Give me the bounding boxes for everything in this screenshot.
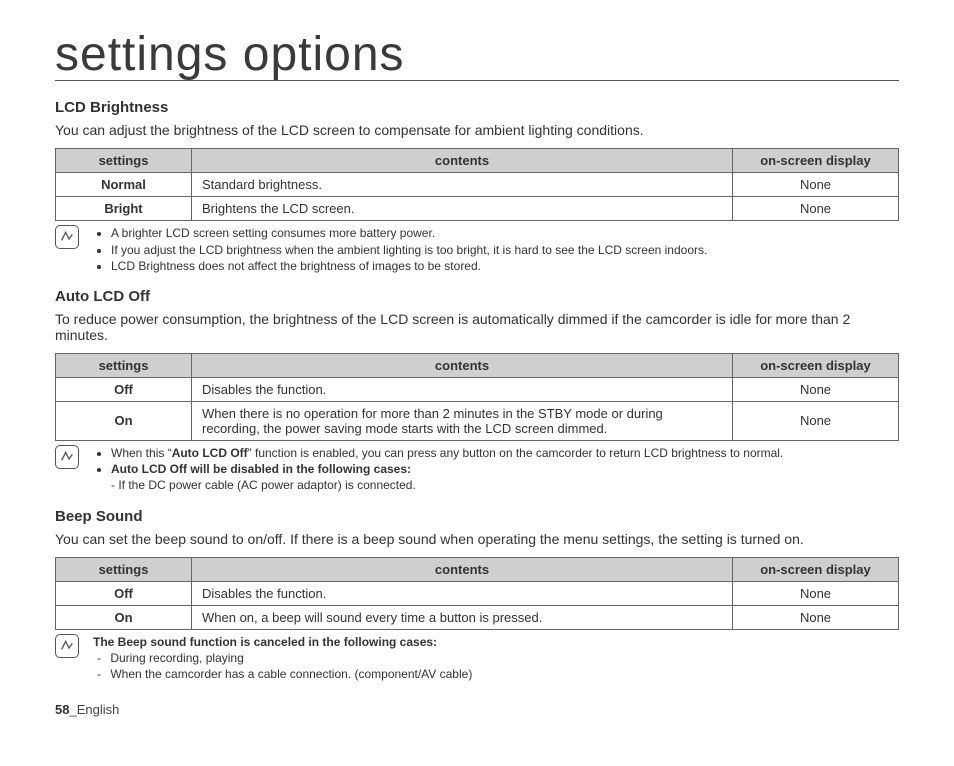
footer-lang: _English — [69, 702, 119, 717]
section-heading-lcd-brightness: LCD Brightness — [55, 99, 899, 116]
cell-contents: When on, a beep will sound every time a … — [192, 605, 733, 629]
table-row: On When there is no operation for more t… — [56, 401, 899, 440]
table-row: Off Disables the function. None — [56, 377, 899, 401]
cell-display: None — [733, 197, 899, 221]
note-heading: The Beep sound function is canceled in t… — [93, 635, 437, 649]
settings-table-beep-sound: settings contents on-screen display Off … — [55, 557, 899, 630]
section-desc: You can set the beep sound to on/off. If… — [55, 531, 899, 547]
col-display: on-screen display — [733, 353, 899, 377]
cell-display: None — [733, 605, 899, 629]
note-block: When this “Auto LCD Off” function is ena… — [55, 445, 899, 494]
table-row: Bright Brightens the LCD screen. None — [56, 197, 899, 221]
cell-setting: Normal — [56, 173, 192, 197]
note-icon — [55, 634, 79, 658]
col-settings: settings — [56, 353, 192, 377]
page-footer: 58_English — [55, 702, 899, 717]
col-settings: settings — [56, 557, 192, 581]
table-row: On When on, a beep will sound every time… — [56, 605, 899, 629]
note-item: LCD Brightness does not affect the brigh… — [111, 258, 899, 274]
col-settings: settings — [56, 149, 192, 173]
settings-table-lcd-brightness: settings contents on-screen display Norm… — [55, 148, 899, 221]
cell-setting: Off — [56, 377, 192, 401]
cell-setting: On — [56, 605, 192, 629]
note-item: If you adjust the LCD brightness when th… — [111, 242, 899, 258]
note-item: Auto LCD Off will be disabled in the fol… — [111, 461, 899, 493]
note-icon — [55, 445, 79, 469]
cell-contents: Brightens the LCD screen. — [192, 197, 733, 221]
page-title: settings options — [55, 30, 899, 81]
note-text: - If the DC power cable (AC power adapto… — [111, 478, 416, 492]
page-number: 58 — [55, 702, 69, 717]
col-contents: contents — [192, 149, 733, 173]
note-text-bold: Auto LCD Off will be disabled in the fol… — [111, 462, 411, 476]
note-item: A brighter LCD screen setting consumes m… — [111, 225, 899, 241]
note-block: The Beep sound function is canceled in t… — [55, 634, 899, 683]
cell-setting: On — [56, 401, 192, 440]
table-row: Off Disables the function. None — [56, 581, 899, 605]
note-item: During recording, playing — [111, 650, 899, 666]
cell-contents: Disables the function. — [192, 377, 733, 401]
note-text: When this “ — [111, 446, 172, 460]
col-display: on-screen display — [733, 149, 899, 173]
cell-display: None — [733, 581, 899, 605]
settings-table-auto-lcd-off: settings contents on-screen display Off … — [55, 353, 899, 441]
section-desc: You can adjust the brightness of the LCD… — [55, 122, 899, 138]
col-display: on-screen display — [733, 557, 899, 581]
note-item: When the camcorder has a cable connectio… — [111, 666, 899, 682]
cell-display: None — [733, 377, 899, 401]
note-text: ” function is enabled, you can press any… — [248, 446, 784, 460]
note-block: A brighter LCD screen setting consumes m… — [55, 225, 899, 274]
cell-contents: When there is no operation for more than… — [192, 401, 733, 440]
note-text-bold: Auto LCD Off — [172, 446, 248, 460]
cell-contents: Standard brightness. — [192, 173, 733, 197]
cell-contents: Disables the function. — [192, 581, 733, 605]
col-contents: contents — [192, 557, 733, 581]
cell-display: None — [733, 173, 899, 197]
section-heading-auto-lcd-off: Auto LCD Off — [55, 288, 899, 305]
cell-setting: Bright — [56, 197, 192, 221]
table-row: Normal Standard brightness. None — [56, 173, 899, 197]
section-desc: To reduce power consumption, the brightn… — [55, 311, 899, 343]
col-contents: contents — [192, 353, 733, 377]
note-icon — [55, 225, 79, 249]
cell-setting: Off — [56, 581, 192, 605]
section-heading-beep-sound: Beep Sound — [55, 508, 899, 525]
cell-display: None — [733, 401, 899, 440]
note-item: When this “Auto LCD Off” function is ena… — [111, 445, 899, 461]
